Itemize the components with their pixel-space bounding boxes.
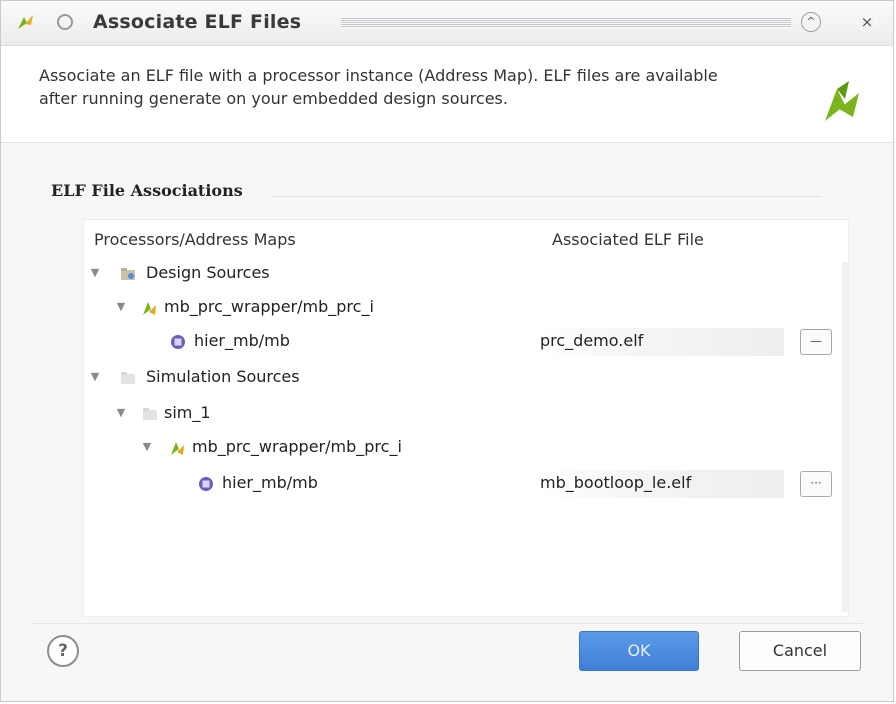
chevron-down-icon[interactable]: ▼ [88, 266, 102, 280]
maximize-button[interactable]: ^ [801, 12, 821, 32]
processor-icon [199, 477, 213, 491]
tree-row-label: Simulation Sources [146, 367, 300, 386]
tree-row-label: hier_mb/mb [222, 473, 318, 492]
chevron-down-icon[interactable]: ▼ [88, 370, 102, 384]
tree-row-block-design[interactable]: ▼ mb_prc_wrapper/mb_prc_i [84, 294, 848, 326]
browse-elf-button[interactable]: ··· [800, 471, 832, 497]
folder-sim-icon [143, 408, 157, 420]
tree-row-sim-1[interactable]: ▼ sim_1 [84, 400, 848, 432]
window-menu-icon[interactable] [57, 14, 73, 30]
tree-row-label: sim_1 [164, 403, 211, 422]
vivado-logo-icon [825, 81, 859, 121]
title-bar[interactable]: Associate ELF Files ^ × [1, 1, 893, 46]
tree-row-processor[interactable]: hier_mb/mb mb_bootloop_le.elf ··· [84, 470, 848, 502]
app-logo-icon [18, 15, 33, 29]
ok-button[interactable]: OK [579, 631, 699, 671]
browse-elf-button[interactable]: — [800, 329, 832, 355]
tree-row-design-sources[interactable]: ▼ Design Sources [84, 260, 848, 292]
dialog-description: Associate an ELF file with a processor i… [39, 66, 718, 108]
elf-association-table: Processors/Address Maps Associated ELF F… [83, 219, 849, 617]
processor-icon [171, 335, 185, 349]
title-bar-grip [341, 17, 791, 28]
dialog-header: Associate an ELF file with a processor i… [1, 46, 893, 143]
tree-row-label: mb_prc_wrapper/mb_prc_i [164, 297, 374, 316]
tree-row-simulation-sources[interactable]: ▼ Simulation Sources [84, 364, 848, 396]
block-design-icon [143, 302, 156, 315]
chevron-down-icon[interactable]: ▼ [114, 406, 128, 420]
close-button[interactable]: × [857, 12, 877, 32]
chevron-down-icon[interactable]: ▼ [114, 300, 128, 314]
tree-row-label: Design Sources [146, 263, 270, 282]
tree-row-block-design[interactable]: ▼ mb_prc_wrapper/mb_prc_i [84, 434, 848, 466]
folder-sim-icon [121, 372, 135, 384]
block-design-icon [171, 442, 184, 455]
chevron-down-icon[interactable]: ▼ [140, 440, 154, 454]
tree-row-processor[interactable]: hier_mb/mb prc_demo.elf — [84, 328, 848, 360]
elf-file-value: prc_demo.elf [540, 331, 644, 350]
help-button[interactable]: ? [47, 635, 79, 667]
column-header-elf-file[interactable]: Associated ELF File [552, 230, 704, 249]
tree-row-label: mb_prc_wrapper/mb_prc_i [192, 437, 402, 456]
window-title: Associate ELF Files [93, 11, 302, 33]
cancel-button[interactable]: Cancel [739, 631, 861, 671]
section-title: ELF File Associations [51, 181, 243, 200]
table-scrollbar[interactable] [842, 262, 848, 612]
folder-design-icon [121, 268, 135, 280]
elf-file-value: mb_bootloop_le.elf [540, 473, 692, 492]
tree-row-label: hier_mb/mb [194, 331, 290, 350]
footer-divider [31, 623, 865, 624]
dialog-window: Associate ELF Files ^ × Associate an ELF… [0, 0, 894, 702]
section-divider [271, 196, 821, 197]
column-header-processors[interactable]: Processors/Address Maps [94, 230, 296, 249]
